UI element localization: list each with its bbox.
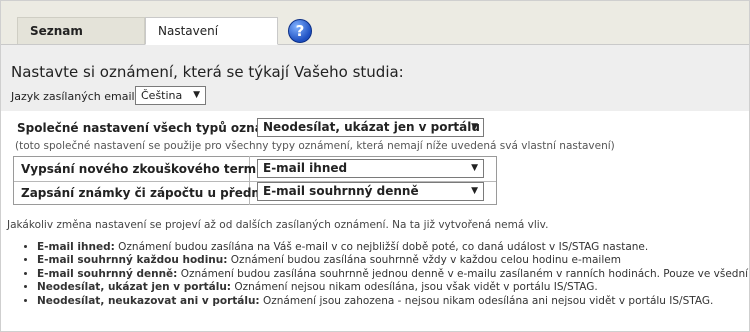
option-legend: E-mail ihned: Oznámení budou zasílána na…: [37, 241, 750, 308]
notification-panel: Seznam oznámení Nastavení odesílání ? Na…: [0, 0, 750, 332]
legend-term: E-mail ihned:: [37, 241, 115, 253]
tab-sending-settings[interactable]: Nastavení odesílání: [145, 17, 278, 65]
legend-desc: Oznámení budou zasílána souhrnně jednou …: [177, 267, 750, 280]
legend-desc: Oznámení jsou zahozena - nejsou nikam od…: [259, 294, 714, 307]
legend-term: Neodesílat, ukázat jen v portálu:: [37, 281, 232, 294]
info-text: Jakákoliv změna nastavení se projeví až …: [7, 219, 549, 231]
page-heading: Nastavte si oznámení, která se týkají Va…: [11, 63, 404, 81]
language-label: Jazyk zasílaných emailů: [11, 90, 142, 103]
chevron-down-icon: ▼: [471, 122, 478, 132]
help-icon[interactable]: ?: [288, 19, 312, 43]
legend-term: E-mail souhrnný každou hodinu:: [37, 254, 228, 267]
list-item: E-mail ihned: Oznámení budou zasílána na…: [37, 241, 750, 254]
tab-bar: Seznam oznámení Nastavení odesílání ?: [1, 1, 749, 65]
list-item: E-mail souhrnný každou hodinu: Oznámení …: [37, 254, 750, 267]
list-item: Neodesílat, neukazovat ani v portálu: Oz…: [37, 295, 750, 308]
common-setting-note: (toto společné nastavení se použije pro …: [15, 140, 615, 152]
setting-select-new-exam-term[interactable]: E-mail ihned ▼: [257, 159, 484, 178]
tab-notification-list[interactable]: Seznam oznámení: [17, 17, 145, 65]
chevron-down-icon: ▼: [471, 163, 478, 173]
setting-value-grade-entry: E-mail souhrnný denně: [263, 184, 419, 198]
common-setting-value: Neodesílat, ukázat jen v portálu: [263, 120, 480, 134]
legend-term: Neodesílat, neukazovat ani v portálu:: [37, 294, 260, 307]
list-item: Neodesílat, ukázat jen v portálu: Oznáme…: [37, 281, 750, 294]
setting-select-grade-entry[interactable]: E-mail souhrnný denně ▼: [257, 182, 484, 201]
list-item: E-mail souhrnný denně: Oznámení budou za…: [37, 268, 750, 281]
legend-term: E-mail souhrnný denně:: [37, 267, 178, 280]
language-select-value: Čeština: [141, 89, 183, 102]
setting-label-new-exam-term: Vypsání nového zkouškového termínu: [21, 162, 278, 176]
chevron-down-icon: ▼: [193, 90, 200, 100]
common-setting-select[interactable]: Neodesílat, ukázat jen v portálu ▼: [257, 118, 484, 137]
legend-desc: Oznámení nejsou nikam odesílána, jsou vš…: [231, 281, 598, 294]
setting-label-grade-entry: Zapsání známky či zápočtu u předmětu: [21, 186, 287, 200]
language-select[interactable]: Čeština ▼: [135, 86, 206, 105]
legend-desc: Oznámení budou zasílána na Váš e-mail v …: [114, 241, 649, 253]
setting-value-new-exam-term: E-mail ihned: [263, 161, 348, 175]
chevron-down-icon: ▼: [471, 186, 478, 196]
legend-desc: Oznámení budou zasílána souhrnně vždy v …: [227, 254, 621, 267]
